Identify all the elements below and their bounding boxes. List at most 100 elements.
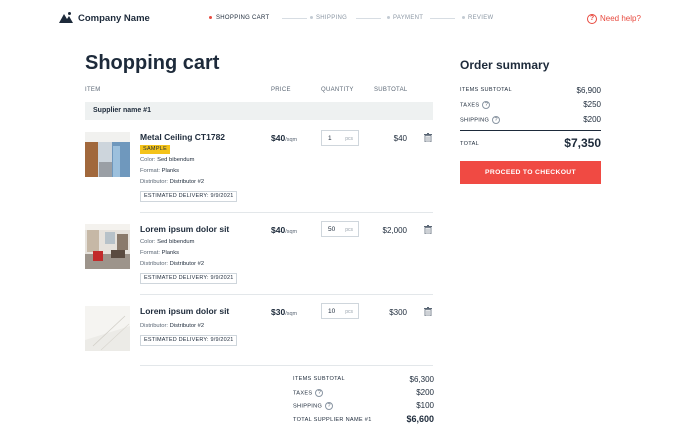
column-header-price: PRICE xyxy=(271,87,291,93)
step-shopping-cart[interactable]: SHOPPING CART xyxy=(216,15,269,21)
step-connector xyxy=(430,18,455,19)
item-name[interactable]: Lorem ipsum dolor sit xyxy=(140,306,229,316)
company-name[interactable]: Company Name xyxy=(78,13,150,24)
item-price: $40/sqm xyxy=(271,225,297,235)
attribute-value: Planks xyxy=(161,250,180,256)
item-attribute: Format: Planks xyxy=(140,250,179,256)
supplier-taxes-value: $200 xyxy=(416,388,434,397)
price-value: $40 xyxy=(271,225,286,235)
order-shipping-value: $200 xyxy=(583,115,601,124)
step-dot-shopping-cart xyxy=(209,16,212,19)
item-subtotal: $2,000 xyxy=(382,226,407,235)
quantity-value[interactable]: 1 xyxy=(328,135,332,142)
info-icon[interactable]: ? xyxy=(315,389,324,397)
order-total-label: TOTAL xyxy=(460,141,480,147)
order-shipping-label: SHIPPING xyxy=(460,117,490,124)
price-unit: /sqm xyxy=(285,311,298,317)
order-total-value: $7,350 xyxy=(564,136,601,150)
attribute-value: Sed bibendum xyxy=(157,157,195,163)
step-connector xyxy=(282,18,307,19)
item-subtotal: $300 xyxy=(389,308,407,317)
question-circle-icon[interactable]: ? xyxy=(587,14,597,24)
product-thumbnail[interactable] xyxy=(85,224,130,269)
item-divider xyxy=(140,365,433,366)
item-price: $30/sqm xyxy=(271,307,297,317)
sample-badge: SAMPLE xyxy=(140,145,171,154)
estimated-delivery: ESTIMATED DELIVERY: 9/9/2021 xyxy=(140,191,238,202)
quantity-value[interactable]: 10 xyxy=(328,308,335,315)
order-taxes-value: $250 xyxy=(583,100,601,109)
trash-icon[interactable] xyxy=(424,225,432,234)
item-attribute: Distributor: Distributor #2 xyxy=(140,261,204,267)
attribute-value: Distributor #2 xyxy=(169,179,205,185)
step-dot-shipping xyxy=(310,16,313,19)
attribute-key: Distributor: xyxy=(140,323,169,329)
item-name[interactable]: Metal Ceiling CT1782 xyxy=(140,132,225,142)
item-attribute: Distributor: Distributor #2 xyxy=(140,323,204,329)
item-attribute: Color: Sed bibendum xyxy=(140,239,194,245)
supplier-shipping-label: SHIPPING xyxy=(293,403,323,410)
step-payment[interactable]: PAYMENT xyxy=(393,15,423,21)
item-subtotal: $40 xyxy=(393,134,407,143)
supplier-taxes-row: TAXES? xyxy=(293,389,324,397)
product-thumbnail[interactable] xyxy=(85,132,130,177)
attribute-value: Distributor #2 xyxy=(169,323,205,329)
attribute-value: Planks xyxy=(161,168,180,174)
product-thumbnail[interactable] xyxy=(85,306,130,351)
step-shipping[interactable]: SHIPPING xyxy=(316,15,347,21)
estimated-delivery: ESTIMATED DELIVERY: 9/9/2021 xyxy=(140,273,238,284)
supplier-items-subtotal-label: ITEMS SUBTOTAL xyxy=(293,376,345,382)
price-unit: /sqm xyxy=(285,229,298,235)
summary-divider xyxy=(460,130,601,131)
proceed-to-checkout-button[interactable]: PROCEED TO CHECKOUT xyxy=(460,161,601,184)
order-items-subtotal-value: $6,900 xyxy=(576,86,601,95)
item-attribute: Format: Planks xyxy=(140,168,179,174)
order-taxes-row: TAXES? xyxy=(460,101,491,109)
attribute-key: Format: xyxy=(140,168,160,174)
supplier-name: Supplier name #1 xyxy=(93,107,151,114)
estimated-delivery: ESTIMATED DELIVERY: 9/9/2021 xyxy=(140,335,238,346)
column-header-item: ITEM xyxy=(85,87,101,93)
supplier-shipping-row: SHIPPING? xyxy=(293,402,334,410)
item-attribute: Color: Sed bibendum xyxy=(140,157,194,163)
item-divider xyxy=(140,294,433,295)
quantity-value[interactable]: 50 xyxy=(328,226,335,233)
order-summary-title: Order summary xyxy=(460,58,550,72)
step-review[interactable]: REVIEW xyxy=(468,15,493,21)
order-shipping-row: SHIPPING? xyxy=(460,116,501,124)
attribute-value: Distributor #2 xyxy=(169,261,205,267)
column-header-quantity: QUANTITY xyxy=(321,87,354,93)
trash-icon[interactable] xyxy=(424,307,432,316)
attribute-value: Sed bibendum xyxy=(157,239,195,245)
info-icon[interactable]: ? xyxy=(492,116,501,124)
info-icon[interactable]: ? xyxy=(325,402,334,410)
need-help-link[interactable]: Need help? xyxy=(600,14,641,23)
price-value: $30 xyxy=(271,307,286,317)
supplier-shipping-value: $100 xyxy=(416,401,434,410)
trash-icon[interactable] xyxy=(424,133,432,142)
item-price: $40/sqm xyxy=(271,133,297,143)
item-divider xyxy=(140,212,433,213)
price-value: $40 xyxy=(271,133,286,143)
step-connector xyxy=(356,18,381,19)
supplier-taxes-label: TAXES xyxy=(293,390,313,397)
supplier-items-subtotal-value: $6,300 xyxy=(409,375,434,384)
column-header-subtotal: SUBTOTAL xyxy=(374,87,408,93)
attribute-key: Color: xyxy=(140,239,156,245)
order-items-subtotal-label: ITEMS SUBTOTAL xyxy=(460,87,512,93)
attribute-key: Distributor: xyxy=(140,261,169,267)
order-taxes-label: TAXES xyxy=(460,102,480,109)
supplier-total-value: $6,600 xyxy=(406,414,434,424)
page-title: Shopping cart xyxy=(85,52,220,74)
attribute-key: Color: xyxy=(140,157,156,163)
step-dot-review xyxy=(462,16,465,19)
step-dot-payment xyxy=(387,16,390,19)
info-icon[interactable]: ? xyxy=(482,101,491,109)
item-attribute: Distributor: Distributor #2 xyxy=(140,179,204,185)
attribute-key: Format: xyxy=(140,250,160,256)
mountain-logo-icon[interactable] xyxy=(59,11,73,23)
price-unit: /sqm xyxy=(285,137,298,143)
item-name[interactable]: Lorem ipsum dolor sit xyxy=(140,224,229,234)
attribute-key: Distributor: xyxy=(140,179,169,185)
supplier-total-label: TOTAL SUPPLIER NAME #1 xyxy=(293,417,372,423)
